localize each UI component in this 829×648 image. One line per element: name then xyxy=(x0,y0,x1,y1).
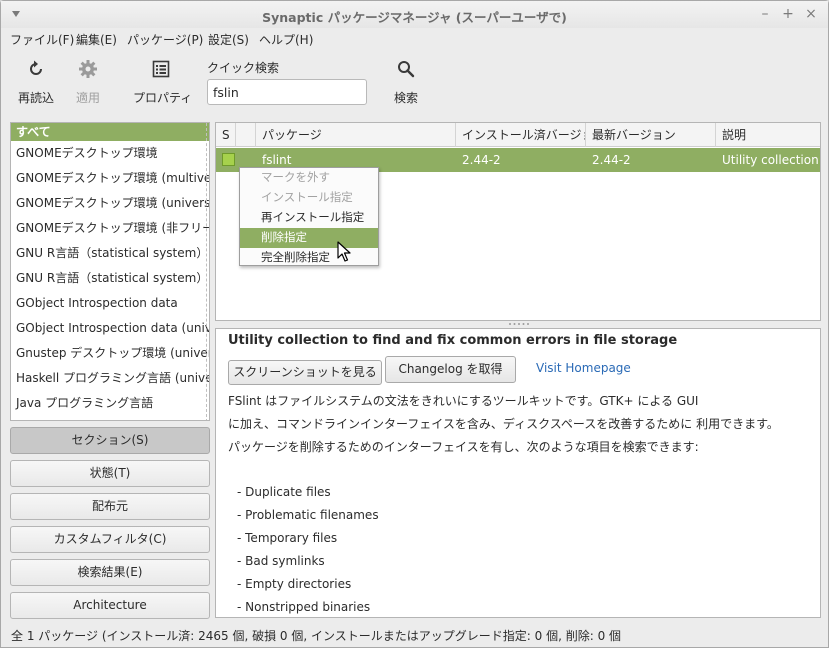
apply-label: 適用 xyxy=(75,91,100,105)
menu-file[interactable]: ファイル(F) xyxy=(10,31,74,48)
homepage-link[interactable]: Visit Homepage xyxy=(536,361,631,375)
feature-item: - Temporary files xyxy=(237,531,338,545)
category-item[interactable]: Gnustep デスクトップ環境 (universe) xyxy=(11,341,209,366)
filter-custom-button[interactable]: カスタムフィルタ(C) xyxy=(10,526,210,553)
category-item[interactable]: GObject Introspection data (universe) xyxy=(11,316,209,341)
column-description[interactable]: 説明 xyxy=(716,123,820,147)
reload-label: 再読込 xyxy=(17,91,54,105)
feature-item: - Duplicate files xyxy=(237,485,331,499)
column-package[interactable]: パッケージ xyxy=(256,123,456,147)
synaptic-window: Synaptic パッケージマネージャ (スーパーユーザで) – + × ファイ… xyxy=(0,0,829,648)
properties-icon xyxy=(152,60,170,78)
category-item[interactable]: GNOMEデスクトップ環境 (非フリー) xyxy=(11,216,209,241)
menu-item-unmark[interactable]: マークを外す xyxy=(240,168,378,188)
latest-version: 2.44-2 xyxy=(592,153,631,167)
menu-item-install[interactable]: インストール指定 xyxy=(240,188,378,208)
column-installed-version[interactable]: インストール済バージョン xyxy=(456,123,586,147)
search-button[interactable]: 検索 xyxy=(391,59,421,106)
quick-search-label: クイック検索 xyxy=(207,61,280,75)
status-bar: 全 1 パッケージ (インストール済: 2465 個, 破損 0 個, インスト… xyxy=(11,629,622,643)
reload-icon xyxy=(30,60,42,75)
feature-item: - Nonstripped binaries xyxy=(237,600,371,614)
toolbar: 再読込 適用 プロパティ クイック検索 fslin 検索 xyxy=(1,51,828,113)
category-item[interactable]: GNU R言語（statistical system）(multiverse) xyxy=(11,241,209,266)
screenshot-button[interactable]: スクリーンショットを見る xyxy=(228,360,382,385)
quick-search-input[interactable] xyxy=(207,79,367,105)
properties-button[interactable]: プロパティ xyxy=(133,59,193,106)
category-all[interactable]: すべて xyxy=(11,123,209,141)
category-item[interactable]: GNU R言語（statistical system）(universe) xyxy=(11,266,209,291)
filter-search-results-button[interactable]: 検索結果(E) xyxy=(10,559,210,586)
menu-bar: ファイル(F) 編集(E) パッケージ(P) 設定(S) ヘルプ(H) xyxy=(1,28,828,50)
filter-section-button[interactable]: セクション(S) xyxy=(10,427,210,454)
description-line: パッケージを削除するためのインターフェイスを有し、次のような項目を検索できます: xyxy=(228,440,699,454)
column-support[interactable] xyxy=(236,123,256,147)
menu-item-purge[interactable]: 完全削除指定 xyxy=(240,248,378,268)
category-item[interactable]: GNOMEデスクトップ環境 (multiverse) xyxy=(11,166,209,191)
category-item[interactable]: GNOMEデスクトップ環境 (universe) xyxy=(11,191,209,216)
mouse-cursor-icon xyxy=(337,241,351,262)
category-list: すべて GNOMEデスクトップ環境 GNOMEデスクトップ環境 (multive… xyxy=(10,122,210,421)
gear-icon xyxy=(79,60,97,78)
apply-button[interactable]: 適用 xyxy=(73,59,103,106)
maximize-button[interactable]: + xyxy=(780,6,796,22)
search-label: 検索 xyxy=(393,91,418,105)
feature-item: - Problematic filenames xyxy=(237,508,379,522)
menu-item-reinstall[interactable]: 再インストール指定 xyxy=(240,208,378,228)
filter-architecture-button[interactable]: Architecture xyxy=(10,592,210,619)
context-menu: マークを外す インストール指定 再インストール指定 削除指定 完全削除指定 xyxy=(239,167,379,266)
menu-item-remove[interactable]: 削除指定 xyxy=(240,228,378,248)
category-item[interactable]: Haskell プログラミング言語 (universe) xyxy=(11,366,209,391)
category-scrollbar[interactable] xyxy=(206,123,209,420)
column-status[interactable]: S xyxy=(216,123,236,147)
installed-version: 2.44-2 xyxy=(462,153,501,167)
properties-label: プロパティ xyxy=(133,91,193,105)
feature-item: - Empty directories xyxy=(237,577,352,591)
package-details: Utility collection to find and fix commo… xyxy=(215,328,821,618)
package-description: Utility collection to find and fix commo… xyxy=(722,153,820,167)
feature-item: - Bad symlinks xyxy=(237,554,325,568)
filter-origin-button[interactable]: 配布元 xyxy=(10,493,210,520)
category-item[interactable]: Java プログラミング言語 xyxy=(11,391,209,416)
menu-help[interactable]: ヘルプ(H) xyxy=(259,31,313,48)
pane-splitter-handle[interactable] xyxy=(507,322,531,326)
menu-settings[interactable]: 設定(S) xyxy=(208,31,249,48)
installed-status-icon[interactable] xyxy=(222,153,235,166)
window-title: Synaptic パッケージマネージャ (スーパーユーザで) xyxy=(262,10,567,25)
minimize-button[interactable]: – xyxy=(757,6,773,22)
category-item[interactable]: GObject Introspection data xyxy=(11,291,209,316)
details-title: Utility collection to find and fix commo… xyxy=(228,333,678,348)
title-bar: Synaptic パッケージマネージャ (スーパーユーザで) – + × xyxy=(1,1,828,28)
column-latest-version[interactable]: 最新バージョン xyxy=(586,123,716,147)
menu-edit[interactable]: 編集(E) xyxy=(76,31,117,48)
filter-status-button[interactable]: 状態(T) xyxy=(10,460,210,487)
search-icon xyxy=(398,61,415,78)
description-line: FSlint はファイルシステムの文法をきれいにするツールキットです。GTK+ … xyxy=(228,394,699,408)
changelog-button[interactable]: Changelog を取得 xyxy=(385,356,516,383)
close-button[interactable]: × xyxy=(803,6,819,22)
menu-package[interactable]: パッケージ(P) xyxy=(127,31,203,48)
reload-button[interactable]: 再読込 xyxy=(15,59,57,106)
table-header: S パッケージ インストール済バージョン 最新バージョン 説明 xyxy=(216,123,820,147)
description-line: に加え、コマンドラインインターフェイスを含み、ディスクスペースを改善するために … xyxy=(228,417,779,431)
category-item[interactable]: GNOMEデスクトップ環境 xyxy=(11,141,209,166)
